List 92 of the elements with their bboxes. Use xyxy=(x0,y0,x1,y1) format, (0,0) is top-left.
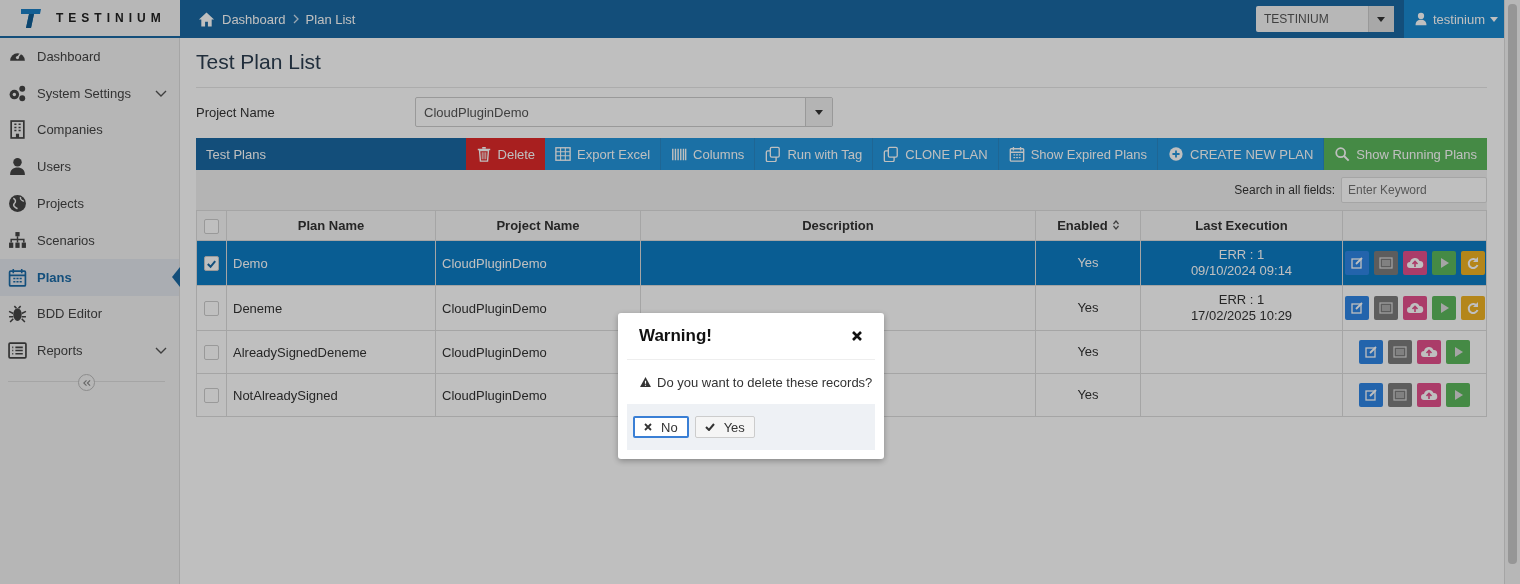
table-row[interactable]: Demo CloudPluginDemo Yes ERR : 1 09/10/2024 09:14 xyxy=(196,240,1487,286)
bug-icon xyxy=(8,304,27,324)
sidebar-item[interactable]: Reports xyxy=(0,332,179,370)
column-header[interactable]: Description xyxy=(640,210,1036,241)
table-cell: Demo xyxy=(226,240,436,286)
close-icon[interactable] xyxy=(851,330,863,342)
page-title: Test Plan List xyxy=(196,50,1487,88)
cloud-upload-icon[interactable] xyxy=(1417,340,1441,364)
cloud-upload-icon[interactable] xyxy=(1417,383,1441,407)
copy-icon xyxy=(883,146,900,162)
copy-icon xyxy=(765,146,782,162)
column-header[interactable]: Plan Name xyxy=(226,210,436,241)
trash-icon xyxy=(475,146,492,162)
logo-text: TESTINIUM xyxy=(56,11,166,25)
sitemap-icon xyxy=(8,230,27,250)
columns-icon xyxy=(671,146,688,162)
search-icon xyxy=(1334,146,1351,162)
cloud-upload-icon[interactable] xyxy=(1402,296,1427,320)
dialog-message: Do you want to delete these records? xyxy=(657,374,873,390)
dialog-button[interactable]: No xyxy=(633,416,689,438)
close-icon xyxy=(644,423,652,431)
sidebar-item[interactable]: Scenarios xyxy=(0,222,179,259)
list-icon[interactable] xyxy=(1388,340,1412,364)
play-icon[interactable] xyxy=(1446,340,1470,364)
table-cell: AlreadySignedDeneme xyxy=(226,330,436,374)
list-icon xyxy=(8,341,27,361)
globe-icon xyxy=(8,194,27,214)
refresh-icon[interactable] xyxy=(1460,296,1485,320)
calendar-icon xyxy=(8,267,27,287)
checkbox[interactable] xyxy=(204,218,219,234)
table-cell: Deneme xyxy=(226,285,436,331)
edit-icon[interactable] xyxy=(1344,296,1369,320)
table-cell: Yes xyxy=(1035,285,1141,331)
search-field[interactable]: Enter Keyword xyxy=(1341,177,1487,203)
calendar-icon xyxy=(1008,146,1025,162)
user-menu[interactable]: testinium xyxy=(1403,0,1504,38)
column-header[interactable]: Last Execution xyxy=(1140,210,1343,241)
table-cell: Yes xyxy=(1035,240,1141,286)
table-cell: Yes xyxy=(1035,330,1141,374)
play-icon[interactable] xyxy=(1431,296,1456,320)
home-icon xyxy=(198,10,215,28)
list-icon[interactable] xyxy=(1373,296,1398,320)
gears-icon xyxy=(8,83,27,103)
search-label: Search in all fields: xyxy=(1234,183,1335,197)
column-header[interactable]: Project Name xyxy=(435,210,641,241)
caret-icon xyxy=(1367,6,1394,32)
scrollbar[interactable] xyxy=(1504,0,1520,584)
sidebar-item[interactable]: System Settings xyxy=(0,74,179,112)
table-icon xyxy=(555,146,572,162)
company-select[interactable]: TESTINIUM xyxy=(1255,6,1394,32)
table-cell: Yes xyxy=(1035,373,1141,417)
dialog-button[interactable]: Yes xyxy=(694,416,755,438)
sidebar-item[interactable]: Users xyxy=(0,148,179,186)
refresh-icon[interactable] xyxy=(1460,251,1485,275)
logo-mark-icon xyxy=(20,7,42,29)
caret-icon xyxy=(805,98,832,126)
edit-icon[interactable] xyxy=(1359,383,1383,407)
list-icon[interactable] xyxy=(1373,251,1398,275)
selection-pointer-icon xyxy=(172,266,180,287)
table-cell: ERR : 1 09/10/2024 09:14 xyxy=(1140,240,1343,286)
play-icon[interactable] xyxy=(1431,251,1456,275)
panel-title: Test Plans xyxy=(205,145,267,164)
list-icon[interactable] xyxy=(1388,383,1412,407)
user-icon xyxy=(8,157,27,177)
toolbar-button[interactable]: Delete xyxy=(465,138,546,170)
cloud-upload-icon[interactable] xyxy=(1402,251,1427,275)
sidebar-item[interactable]: Companies xyxy=(0,111,179,149)
warning-icon xyxy=(640,377,651,387)
breadcrumb-link[interactable]: Plan List xyxy=(305,11,356,27)
breadcrumb-link[interactable]: Dashboard xyxy=(222,11,286,27)
sidebar-item[interactable]: Dashboard xyxy=(0,38,179,75)
collapse-icon[interactable] xyxy=(78,374,95,392)
check-icon xyxy=(704,423,715,431)
field-label: Project Name xyxy=(196,104,276,120)
plus-circle-icon xyxy=(1168,146,1184,162)
project-select[interactable]: CloudPluginDemo xyxy=(415,97,833,127)
sidebar-item[interactable]: BDD Editor xyxy=(0,295,179,333)
edit-icon[interactable] xyxy=(1344,251,1369,275)
table-cell: ERR : 1 17/02/2025 10:29 xyxy=(1140,285,1343,331)
checkbox[interactable] xyxy=(204,388,219,404)
table-cell: CloudPluginDemo xyxy=(435,240,641,286)
caret-icon xyxy=(1490,16,1498,22)
checkbox[interactable] xyxy=(204,345,219,361)
user-icon xyxy=(1413,12,1428,26)
sidebar-item[interactable]: Plans xyxy=(0,258,179,296)
play-icon[interactable] xyxy=(1446,383,1470,407)
edit-icon[interactable] xyxy=(1359,340,1383,364)
checkbox[interactable] xyxy=(204,301,219,317)
building-icon xyxy=(8,120,27,140)
checkbox[interactable] xyxy=(204,256,219,272)
sidebar-item[interactable]: Projects xyxy=(0,185,179,222)
table-cell: NotAlreadySigned xyxy=(226,373,436,417)
